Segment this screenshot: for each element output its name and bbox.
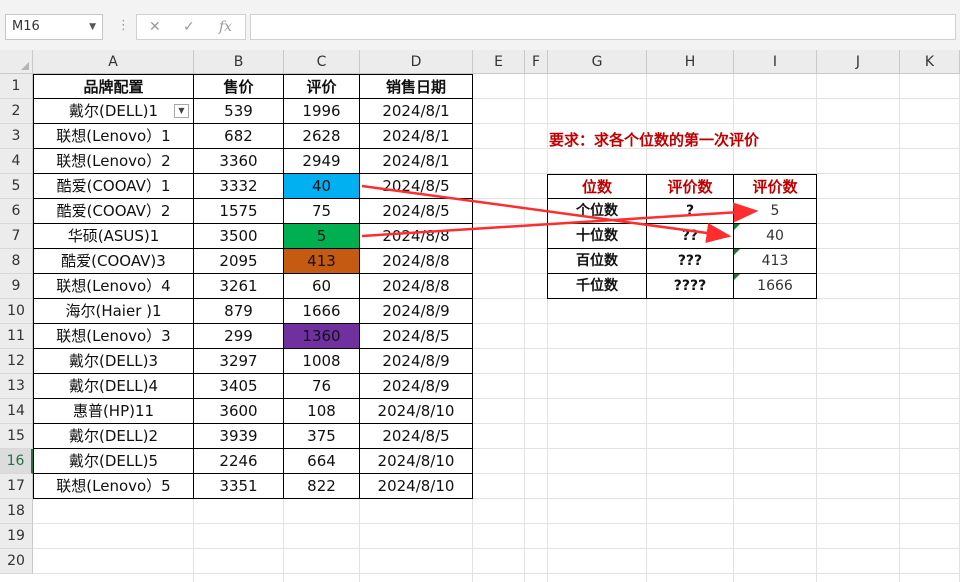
more-options-icon[interactable]: ⋮	[117, 18, 130, 33]
cancel-icon[interactable]: ✕	[149, 19, 161, 35]
arrow-40-to-tens	[361, 184, 732, 243]
enter-icon[interactable]: ✓	[183, 19, 195, 35]
name-box-value: M16	[12, 19, 40, 34]
name-box[interactable]: M16 ▼	[5, 14, 103, 40]
spreadsheet-grid[interactable]: ABCDEFGHIJK 1 2 3 4 5 6 7 8 9 10 11 12 13 14 15 16 17 18 1…	[0, 50, 960, 582]
formula-bar: M16 ▼ ⋮ ✕ ✓ fx	[0, 0, 960, 51]
annotation-arrows	[361, 184, 759, 243]
formula-input[interactable]	[250, 14, 956, 40]
chevron-down-icon[interactable]: ▼	[89, 15, 96, 39]
formula-buttons: ✕ ✓ fx	[136, 14, 246, 40]
insert-function-icon[interactable]: fx	[219, 19, 232, 35]
